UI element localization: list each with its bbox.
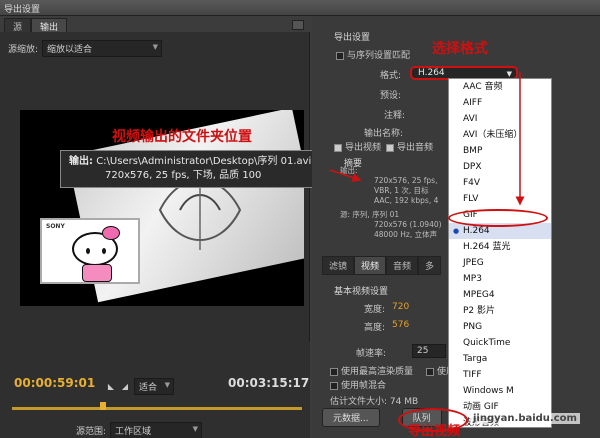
timeline-controls: ◣ ◢ 适合 ▼: [106, 378, 174, 395]
frame-blend-checkbox[interactable]: 使用帧混合: [330, 378, 386, 391]
frame-rate-label: 帧速率:: [356, 349, 387, 359]
match-sequence-checkbox[interactable]: 与序列设置匹配: [336, 48, 410, 61]
estimated-size: 估计文件大小: 74 MB: [330, 397, 419, 407]
source-scale-value: 缩放以适合: [47, 45, 93, 55]
format-option[interactable]: AVI: [449, 111, 551, 127]
format-option[interactable]: AVI（未压缩）: [449, 127, 551, 143]
card-brand: SONY: [46, 223, 65, 230]
kitty-bow: [102, 226, 120, 240]
tab-multiplexer[interactable]: 多: [418, 256, 442, 275]
frame-blend-label: 使用帧混合: [341, 381, 387, 391]
source-range-dropdown[interactable]: 工作区域 ▼: [110, 422, 203, 438]
format-label: 格式:: [380, 71, 402, 81]
format-option[interactable]: Targa: [449, 351, 551, 367]
format-option[interactable]: AAC 音频: [449, 79, 551, 95]
source-range-label: 源范围:: [76, 427, 107, 437]
kitty-body: [82, 264, 112, 282]
format-option[interactable]: QuickTime: [449, 335, 551, 351]
checkbox[interactable]: [334, 143, 342, 152]
format-option[interactable]: AIFF: [449, 95, 551, 111]
metadata-button[interactable]: 元数据...: [322, 408, 380, 427]
chevron-down-icon: ▼: [164, 381, 170, 389]
timeline-scrubber[interactable]: [12, 402, 302, 412]
checkbox[interactable]: [386, 143, 394, 152]
tab-output[interactable]: 输出: [31, 18, 68, 33]
preset-label: 预设:: [380, 91, 402, 101]
hello-kitty-card: SONY: [40, 218, 140, 284]
export-video-checkbox[interactable]: 导出视频: [334, 140, 381, 153]
width-label: 宽度:: [364, 305, 386, 315]
format-option[interactable]: DPX: [449, 159, 551, 175]
height-label: 高度:: [364, 323, 386, 333]
set-out-icon[interactable]: ◢: [120, 382, 130, 392]
annotation-export-video: 导出视频: [408, 424, 461, 438]
basic-video-title[interactable]: 基本视频设置: [334, 284, 388, 297]
format-option[interactable]: JPEG: [449, 255, 551, 271]
set-in-icon[interactable]: ◣: [106, 382, 116, 392]
timeline-area: 00:00:59:01 ◣ ◢ 适合 ▼ 00:03:15:17 源范围: 工作…: [0, 342, 310, 438]
export-settings-title[interactable]: 导出设置: [334, 30, 370, 43]
source-scale-label: 源缩放:: [8, 45, 39, 55]
fit-value: 适合: [139, 383, 158, 393]
output-path-tooltip: 输出: C:\Users\Administrator\Desktop\序列 01…: [60, 150, 328, 188]
format-option[interactable]: TIFF: [449, 367, 551, 383]
checkbox[interactable]: [330, 381, 338, 390]
format-option[interactable]: P2 影片: [449, 303, 551, 319]
source-scale-dropdown[interactable]: 缩放以适合 ▼: [42, 40, 163, 57]
fit-dropdown[interactable]: 适合 ▼: [134, 378, 174, 395]
kitty-eye: [102, 248, 106, 254]
height-value[interactable]: 576: [392, 320, 409, 330]
source-range-value: 工作区域: [115, 427, 152, 437]
tab-filters[interactable]: 滤镜: [322, 256, 355, 275]
format-value: H.264: [418, 68, 445, 78]
format-option[interactable]: MP3: [449, 271, 551, 287]
watermark: jingyan.baidu.com: [470, 413, 580, 424]
top-tabs: 源 输出: [4, 18, 68, 33]
format-option[interactable]: F4V: [449, 175, 551, 191]
max-render-checkbox[interactable]: 使用最高渲染质量: [330, 364, 413, 377]
annotation-choose-format: 选择格式: [432, 41, 488, 57]
export-audio-checkbox[interactable]: 导出音频: [386, 140, 433, 153]
kitty-eye: [86, 248, 90, 254]
tab-audio[interactable]: 音频: [386, 256, 419, 275]
max-render-label: 使用最高渲染质量: [341, 367, 414, 377]
timecode-duration: 00:03:15:17: [228, 376, 310, 390]
checkbox[interactable]: [330, 367, 338, 376]
chevron-down-icon: ▼: [152, 43, 159, 51]
frame-rate-dropdown[interactable]: 25: [412, 344, 446, 358]
settings-tabs: 滤镜 视频 音频 多: [322, 256, 442, 275]
output-details: 720x576, 25 fps, 下场, 品质 100: [105, 170, 262, 181]
frame-rate-value: 25: [417, 346, 429, 356]
output-name-label: 输出名称:: [364, 129, 404, 139]
output-path: C:\Users\Administrator\Desktop\序列 01.avi: [96, 156, 312, 167]
comments-label: 注释:: [384, 111, 406, 121]
chevron-down-icon: ▼: [192, 425, 199, 433]
tab-source[interactable]: 源: [4, 18, 32, 33]
width-value[interactable]: 720: [392, 302, 409, 312]
source-range-row: 源范围: 工作区域 ▼: [76, 422, 203, 438]
checkbox[interactable]: [426, 367, 434, 376]
annotation-output-location: 视频输出的文件夹位置: [112, 129, 252, 145]
work-area-bar[interactable]: [12, 407, 302, 410]
tab-video[interactable]: 视频: [354, 256, 387, 275]
h264-highlight-ellipse: [448, 209, 548, 227]
format-option[interactable]: BMP: [449, 143, 551, 159]
source-scale-row: 源缩放: 缩放以适合 ▼: [8, 40, 163, 57]
format-option[interactable]: PNG: [449, 319, 551, 335]
format-option[interactable]: Windows M: [449, 383, 551, 399]
format-dropdown-list: AAC 音频AIFFAVIAVI（未压缩）BMPDPXF4VFLVGIFH.26…: [448, 78, 552, 428]
export-audio-label: 导出音频: [397, 143, 434, 153]
match-sequence-label: 与序列设置匹配: [347, 51, 411, 61]
window-title: 导出设置: [0, 0, 600, 16]
format-option[interactable]: H.264 蓝光: [449, 239, 551, 255]
panel-menu-icon[interactable]: [292, 20, 304, 30]
export-video-label: 导出视频: [345, 143, 382, 153]
checkbox[interactable]: [336, 51, 344, 60]
output-label: 输出:: [69, 156, 93, 167]
format-option[interactable]: FLV: [449, 191, 551, 207]
format-option[interactable]: MPEG4: [449, 287, 551, 303]
playhead[interactable]: [100, 402, 106, 410]
timecode-current[interactable]: 00:00:59:01: [14, 376, 95, 390]
